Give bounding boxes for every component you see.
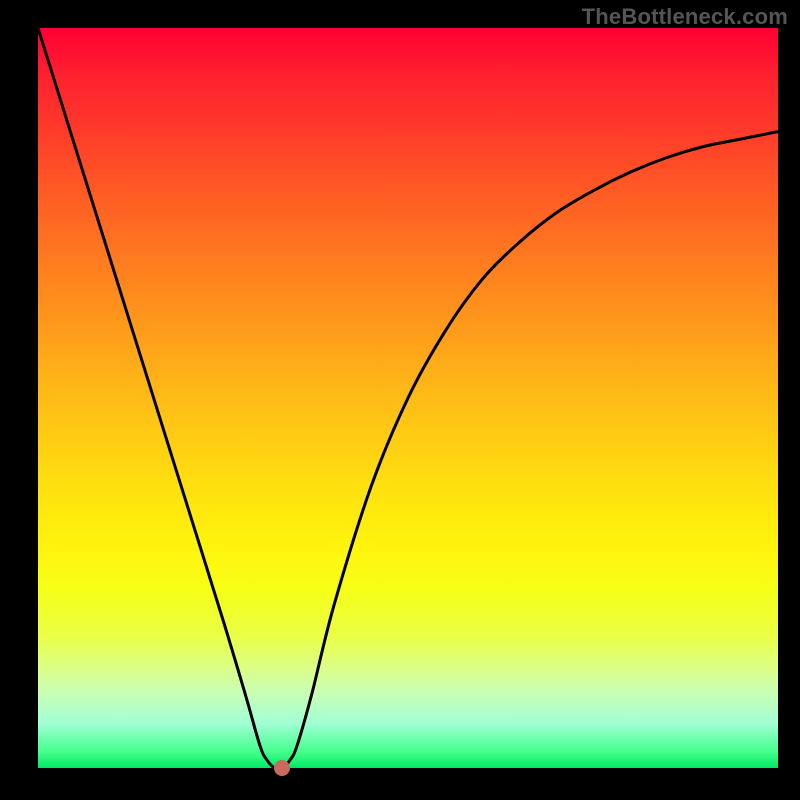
bottleneck-curve-svg (38, 28, 778, 768)
bottleneck-curve-path (38, 28, 778, 768)
watermark-text: TheBottleneck.com (582, 4, 788, 30)
plot-area (38, 28, 778, 768)
chart-frame: TheBottleneck.com (0, 0, 800, 800)
optimum-marker (274, 760, 290, 776)
